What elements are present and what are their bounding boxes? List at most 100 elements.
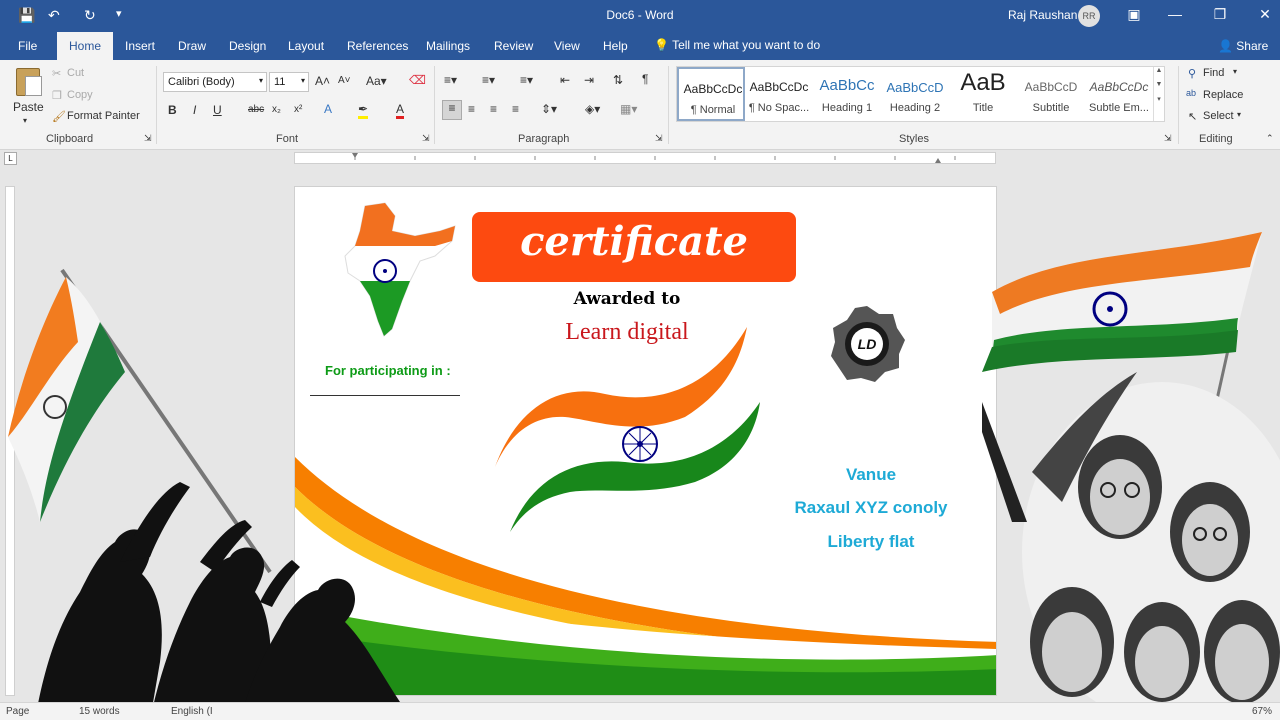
text-effects-icon[interactable]: A <box>324 102 332 116</box>
restore-icon[interactable]: ❐ <box>1205 6 1235 23</box>
pilcrow-icon[interactable]: ¶ <box>642 72 648 86</box>
find-button[interactable]: Find <box>1203 67 1224 79</box>
italic-icon[interactable]: I <box>193 103 196 117</box>
dialog-launcher-icon[interactable]: ⇲ <box>422 133 430 144</box>
tab-selector[interactable]: L <box>4 152 17 165</box>
decrease-indent-icon[interactable]: ⇤ <box>560 73 570 87</box>
clear-formatting-icon[interactable]: ⌫ <box>409 73 426 87</box>
style-heading-2[interactable]: AaBbCcD Heading 2 <box>881 67 949 121</box>
ribbon-display-options-icon[interactable]: ▣ <box>1119 6 1149 23</box>
right-indent-marker <box>935 158 941 163</box>
select-button[interactable]: Select <box>1203 110 1234 122</box>
chevron-down-icon: ▾ <box>23 116 28 125</box>
paste-button[interactable]: Paste ▾ <box>10 64 46 128</box>
tab-draw[interactable]: Draw <box>178 39 206 53</box>
dialog-launcher-icon[interactable]: ⇲ <box>655 133 663 144</box>
tab-mailings[interactable]: Mailings <box>426 39 470 53</box>
minimize-icon[interactable]: — <box>1160 6 1190 22</box>
chevron-down-icon[interactable]: ▾ <box>1237 110 1241 119</box>
copy-icon[interactable]: ❐ <box>52 89 62 102</box>
copy-button[interactable]: Copy <box>67 89 93 101</box>
tab-file[interactable]: File <box>18 39 37 53</box>
styles-scroll[interactable]: ▲ ▼ ▾ <box>1153 67 1164 121</box>
bold-icon[interactable]: B <box>168 103 177 117</box>
tab-help[interactable]: Help <box>603 39 628 53</box>
bullets-icon[interactable]: ≡▾ <box>444 73 457 87</box>
divider <box>668 66 669 144</box>
font-family-select[interactable]: Calibri (Body) ▾ <box>163 72 267 92</box>
underline-icon[interactable]: U <box>213 103 222 117</box>
divider <box>156 66 157 144</box>
styles-gallery: AaBbCcDc ¶ Normal AaBbCcDc ¶ No Spac... … <box>676 66 1165 122</box>
sort-icon[interactable]: ⇅ <box>613 73 623 87</box>
page-indicator[interactable]: Page <box>6 706 29 717</box>
venue-address-line-2[interactable]: Liberty flat <box>761 532 981 552</box>
awarded-to-text[interactable]: Awarded to <box>472 289 782 309</box>
style-name: Subtitle <box>1032 102 1070 114</box>
dialog-launcher-icon[interactable]: ⇲ <box>1164 133 1172 144</box>
venue-label[interactable]: Vanue <box>761 465 981 485</box>
user-name[interactable]: Raj Raushan <box>1008 8 1077 22</box>
borders-icon[interactable]: ▦▾ <box>620 102 637 116</box>
cursor-icon[interactable]: ↖ <box>1188 110 1197 123</box>
style-no-spacing[interactable]: AaBbCcDc ¶ No Spac... <box>745 67 813 121</box>
scissors-icon[interactable]: ✂ <box>52 67 61 80</box>
shrink-font-icon[interactable]: A˅ <box>338 75 351 86</box>
font-size-select[interactable]: 11 ▾ <box>269 72 309 92</box>
change-case-icon[interactable]: Aa▾ <box>366 74 387 88</box>
chevron-down-icon[interactable]: ▾ <box>1233 67 1237 76</box>
collapse-ribbon-icon[interactable]: ⌃ <box>1266 133 1274 144</box>
tab-references[interactable]: References <box>347 39 408 53</box>
increase-indent-icon[interactable]: ⇥ <box>584 73 594 87</box>
person-icon: 👤 <box>1218 39 1233 53</box>
clipboard-group-label: Clipboard <box>46 133 94 145</box>
font-color-icon[interactable]: A <box>396 102 405 119</box>
dialog-launcher-icon[interactable]: ⇲ <box>144 133 152 144</box>
line-spacing-icon[interactable]: ⇕▾ <box>541 102 557 116</box>
language-indicator[interactable]: English (I <box>171 706 213 717</box>
horizontal-ruler[interactable] <box>294 152 996 164</box>
zoom-level[interactable]: 67% <box>1252 706 1272 717</box>
align-left-icon[interactable]: ≡ <box>442 100 462 120</box>
style-title[interactable]: AaB Title <box>949 67 1017 121</box>
style-name: Heading 1 <box>821 102 873 114</box>
style-subtle-emphasis[interactable]: AaBbCcDc Subtle Em... <box>1085 67 1153 121</box>
align-center-icon[interactable]: ≡ <box>468 102 475 116</box>
certificate-title[interactable]: certificate <box>472 218 796 265</box>
venue-address-line-1[interactable]: Raxaul XYZ conoly <box>761 498 981 518</box>
tab-insert[interactable]: Insert <box>125 39 155 53</box>
superscript-icon[interactable]: x² <box>294 104 302 115</box>
strikethrough-icon[interactable]: abc <box>248 104 264 115</box>
paintbrush-icon[interactable]: 🖌 <box>52 110 66 123</box>
tab-review[interactable]: Review <box>494 39 533 53</box>
share-button[interactable]: 👤 Share <box>1218 39 1268 53</box>
tab-layout[interactable]: Layout <box>288 39 324 53</box>
style-sample: AaBbCcDc <box>1089 80 1149 94</box>
style-name: ¶ No Spac... <box>748 102 810 114</box>
format-painter-button[interactable]: Format Painter <box>67 110 140 122</box>
style-normal[interactable]: AaBbCcDc ¶ Normal <box>677 67 745 121</box>
close-icon[interactable]: ✕ <box>1250 6 1280 23</box>
subscript-icon[interactable]: x₂ <box>272 104 281 115</box>
tab-home[interactable]: Home <box>57 32 114 60</box>
avatar[interactable]: RR <box>1078 5 1100 27</box>
replace-icon[interactable]: ab <box>1186 88 1196 98</box>
lightbulb-icon: 💡 <box>654 38 669 52</box>
shading-icon[interactable]: ◈▾ <box>585 102 600 116</box>
grow-font-icon[interactable]: A˄ <box>315 74 330 88</box>
justify-icon[interactable]: ≡ <box>512 102 519 116</box>
cut-button[interactable]: Cut <box>67 67 84 79</box>
tell-me-search[interactable]: 💡 Tell me what you want to do <box>654 38 820 52</box>
title-bar: 💾 ↶ ↻ ▾ Doc6 - Word Raj Raushan RR ▣ — ❐… <box>0 0 1280 32</box>
style-heading-1[interactable]: AaBbCc Heading 1 <box>813 67 881 121</box>
multilevel-list-icon[interactable]: ≡▾ <box>520 73 533 87</box>
align-right-icon[interactable]: ≡ <box>490 102 497 116</box>
search-icon[interactable]: ⚲ <box>1188 67 1196 80</box>
tab-design[interactable]: Design <box>229 39 266 53</box>
replace-button[interactable]: Replace <box>1203 89 1243 101</box>
tab-view[interactable]: View <box>554 39 580 53</box>
highlight-icon[interactable]: ✒ <box>358 102 369 119</box>
word-count[interactable]: 15 words <box>79 706 120 717</box>
numbering-icon[interactable]: ≡▾ <box>482 73 495 87</box>
style-subtitle[interactable]: AaBbCcD Subtitle <box>1017 67 1085 121</box>
